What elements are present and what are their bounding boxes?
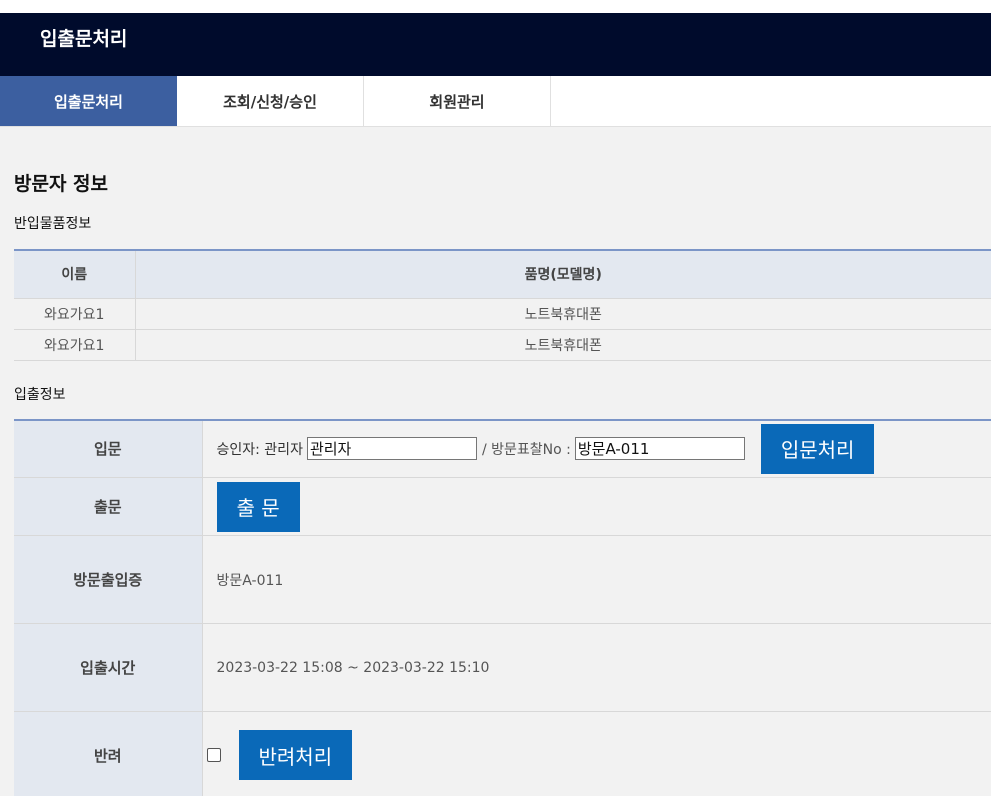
pass-label: 방문출입증 <box>14 535 203 624</box>
items-table: 이름 품명(모델명) 와요가요1 노트북휴대폰 와요가요1 노트북휴대폰 <box>14 249 991 361</box>
entry-process-button[interactable]: 입문처리 <box>760 423 875 474</box>
reject-button[interactable]: 반려처리 <box>238 730 353 780</box>
exit-button[interactable]: 출 문 <box>216 481 300 532</box>
tab-entry-exit[interactable]: 입출문처리 <box>0 76 177 126</box>
io-section-label: 입출정보 <box>14 386 66 403</box>
time-value: 2023-03-22 15:08 ~ 2023-03-22 15:10 <box>202 623 991 712</box>
table-row: 와요가요1 노트북휴대폰 <box>14 329 991 361</box>
visit-tag-label: / 방문표찰No : <box>481 441 571 458</box>
exit-label: 출문 <box>14 477 203 536</box>
io-table: 입문 승인자: 관리자 / 방문표찰No : 입문처리 출문 출 문 방문출입증… <box>14 418 991 796</box>
visit-tag-input[interactable] <box>574 437 745 461</box>
tab-inquiry-apply-approve[interactable]: 조회/신청/승인 <box>177 76 364 126</box>
time-label: 입출시간 <box>14 623 203 712</box>
approver-input[interactable] <box>306 437 477 461</box>
entry-label: 입문 <box>14 419 203 478</box>
items-section-label: 반입물품정보 <box>14 216 92 232</box>
main-content: 방문자 정보 반입물품정보 이름 품명(모델명) 와요가요1 노트북휴대폰 와요… <box>0 169 991 796</box>
tab-member-management[interactable]: 회원관리 <box>364 76 551 126</box>
column-header-name: 이름 <box>14 250 136 299</box>
cell-item: 노트북휴대폰 <box>135 298 991 330</box>
column-header-item: 품명(모델명) <box>135 250 991 299</box>
page-header-title: 입출문처리 <box>40 28 128 50</box>
tab-bar: 입출문처리 조회/신청/승인 회원관리 <box>0 76 991 127</box>
cell-item: 노트북휴대폰 <box>135 329 991 361</box>
reject-checkbox[interactable] <box>206 748 221 762</box>
pass-value: 방문A-011 <box>202 535 991 624</box>
app-header: 입출문처리 <box>0 13 991 76</box>
page-title: 방문자 정보 <box>14 173 109 195</box>
table-row: 와요가요1 노트북휴대폰 <box>14 298 991 330</box>
cell-name: 와요가요1 <box>14 298 136 330</box>
top-strip <box>0 0 991 13</box>
cell-name: 와요가요1 <box>14 329 136 361</box>
reject-label: 반려 <box>14 711 203 796</box>
approver-label: 승인자: 관리자 <box>216 441 303 458</box>
